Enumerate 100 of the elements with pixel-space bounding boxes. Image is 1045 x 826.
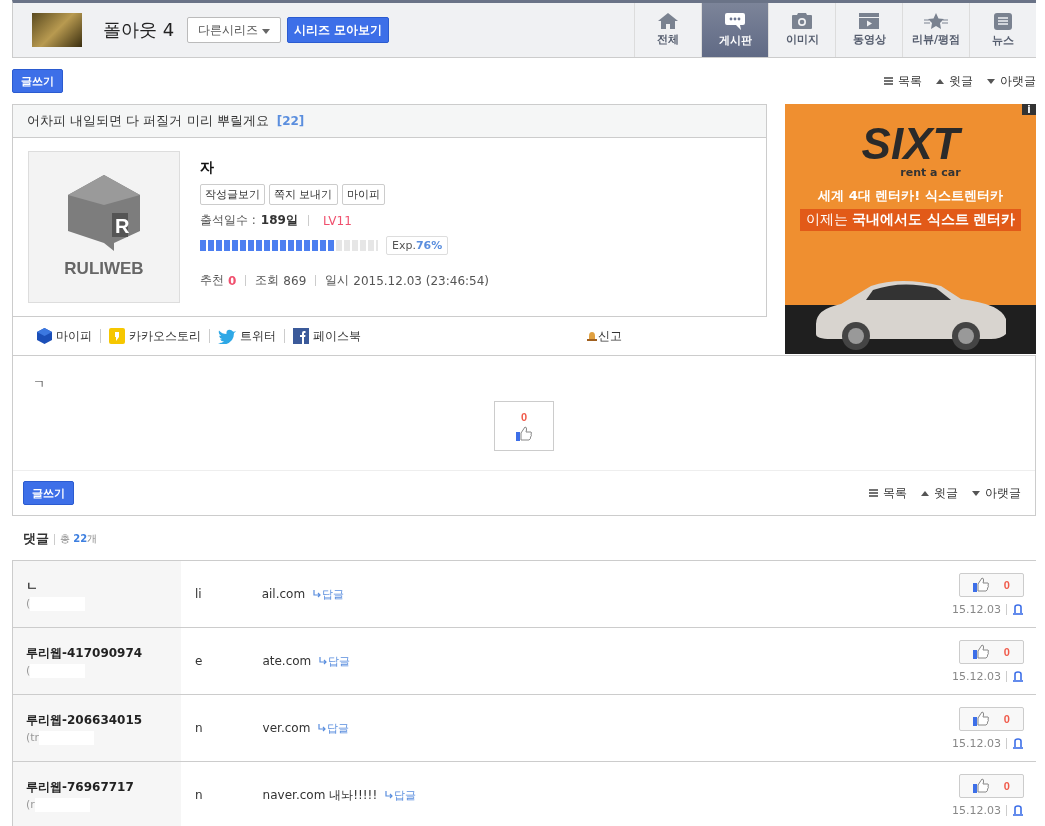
game-title: 폴아웃 4 [103, 18, 175, 42]
reply-link[interactable]: 답글 [394, 787, 417, 803]
ad-subheadline: 이제는 국내에서도 식스트 렌터카 [799, 209, 1022, 231]
bird-icon [218, 328, 236, 344]
report-bell-icon[interactable] [1012, 804, 1024, 816]
author-action-button[interactable]: 쪽지 보내기 [269, 184, 338, 205]
stat-value: 869 [283, 273, 307, 288]
commenter-id: (r [26, 798, 35, 811]
exp-tooltip: Exp.76% [386, 236, 449, 255]
reply-arrow-icon [318, 724, 327, 732]
post-nav-link[interactable]: 목록 [884, 72, 922, 90]
share-link[interactable]: 카카오스토리 [109, 327, 201, 345]
comment-date: 15.12.03 [952, 602, 1001, 616]
camera-icon [792, 13, 812, 29]
comment-text: ver.com [262, 721, 311, 735]
comment-text: e [195, 654, 203, 668]
ad-info-badge[interactable]: i [1022, 104, 1036, 115]
stat-value: 0 [228, 273, 237, 288]
clapperboard-icon [859, 13, 879, 29]
report-link[interactable]: 신고 [587, 327, 622, 345]
commenter-id: (tr [26, 731, 40, 744]
report-bell-icon[interactable] [1012, 670, 1024, 682]
series-dropdown[interactable]: 다른시리즈 [187, 17, 282, 43]
share-link[interactable]: 페이스북 [293, 327, 361, 345]
reply-link[interactable]: 답글 [328, 653, 351, 669]
write-button[interactable]: 글쓰기 [12, 69, 63, 93]
commenter-name[interactable]: 루리웹-417090974 [26, 644, 181, 662]
reply-arrow-icon [385, 791, 394, 799]
post-title: 어차피 내일되면 다 퍼질거 미리 뿌릴게요 [27, 112, 269, 130]
thumbs-up-icon [973, 577, 990, 592]
post-nav-link[interactable]: 목록 [869, 484, 907, 502]
list-icon [884, 77, 893, 85]
comment-date: 15.12.03 [952, 803, 1001, 817]
home-icon [658, 13, 678, 29]
author-action-button[interactable]: 마이피 [341, 184, 385, 205]
stat-label: 추천 [200, 272, 224, 289]
nav-tab[interactable]: 동영상 [835, 3, 902, 57]
comment-date: 15.12.03 [952, 736, 1001, 750]
chat-icon [725, 12, 745, 30]
comments-total: 총 22개 [60, 532, 98, 546]
attendance-label: 출석일수 : [200, 212, 256, 229]
thumbs-up-icon [973, 644, 990, 659]
comment-text: naver.com 내놔!!!!! [262, 786, 378, 804]
reply-link[interactable]: 답글 [322, 586, 345, 602]
report-bell-icon[interactable] [1012, 603, 1024, 615]
commenter-name[interactable]: 루리웹-206634015 [26, 711, 181, 729]
star-icon [924, 13, 948, 29]
newspaper-icon [994, 12, 1012, 30]
up-caret-icon [936, 78, 944, 84]
attendance-value: 189일 [260, 212, 298, 229]
dropdown-caret-icon [262, 28, 271, 34]
speech-mark-icon [109, 328, 125, 344]
down-caret-icon [972, 490, 980, 496]
comment-date: 15.12.03 [952, 669, 1001, 683]
comment-text: ail.com [261, 587, 306, 601]
comments-title: 댓글 [23, 530, 49, 548]
author-action-button[interactable]: 작성글보기 [200, 184, 265, 205]
reply-arrow-icon [313, 590, 322, 598]
nav-tab[interactable]: 게시판 [701, 3, 768, 57]
facebook-icon [293, 328, 309, 344]
stat-label: 조회 [255, 272, 280, 289]
nav-tab[interactable]: 리뷰/평점 [902, 3, 969, 57]
up-caret-icon [921, 490, 929, 496]
thumbs-up-icon [973, 711, 990, 726]
down-caret-icon [987, 78, 995, 84]
post-nav-link[interactable]: 아랫글 [987, 72, 1036, 90]
ad-headline: 세계 4대 렌터카! 식스트렌터카 [818, 187, 1003, 205]
reply-arrow-icon [319, 657, 328, 665]
series-button[interactable]: 시리즈 모아보기 [287, 17, 390, 43]
commenter-name[interactable]: 루리웹-76967717 [26, 778, 181, 796]
nav-tab[interactable]: 이미지 [768, 3, 835, 57]
comment-text: li [195, 587, 202, 601]
cube-icon [37, 328, 52, 344]
ad-tagline: rent a car [900, 166, 961, 179]
commenter-id: ( [26, 597, 31, 610]
list-icon [869, 489, 878, 497]
post-nav-link[interactable]: 윗글 [936, 72, 973, 90]
cube-logo-icon: R [68, 175, 140, 251]
report-bell-icon[interactable] [1012, 737, 1024, 749]
ad-banner[interactable]: i SIXT rent a car 세계 4대 렌터카! 식스트렌터카 이제는 국내에서도 식스트 렌터카 [785, 104, 1036, 354]
commenter-name[interactable]: ㄴ [26, 577, 181, 595]
nav-tab[interactable]: 뉴스 [969, 3, 1036, 57]
reply-link[interactable]: 답글 [327, 720, 350, 736]
comment-text: ate.com [262, 654, 312, 668]
game-cover-image [32, 13, 82, 47]
level-label: LV11 [322, 213, 352, 228]
write-button[interactable]: 글쓰기 [23, 481, 74, 505]
post-body-text: ㄱ [33, 376, 46, 393]
post-nav-link[interactable]: 아랫글 [972, 484, 1021, 502]
commenter-id: ( [26, 664, 31, 677]
thumbs-up-icon [973, 778, 990, 793]
thumbs-up-icon [516, 426, 532, 441]
comment-count: [22] [276, 114, 305, 128]
share-link[interactable]: 마이피 [37, 327, 92, 345]
share-link[interactable]: 트위터 [218, 327, 276, 345]
stat-value: 2015.12.03 (23:46:54) [353, 273, 490, 288]
post-nav-link[interactable]: 윗글 [921, 484, 958, 502]
comment-text: n [195, 721, 203, 735]
logo-text: RULIWEB [64, 259, 144, 279]
author-name: 자 [200, 159, 215, 177]
